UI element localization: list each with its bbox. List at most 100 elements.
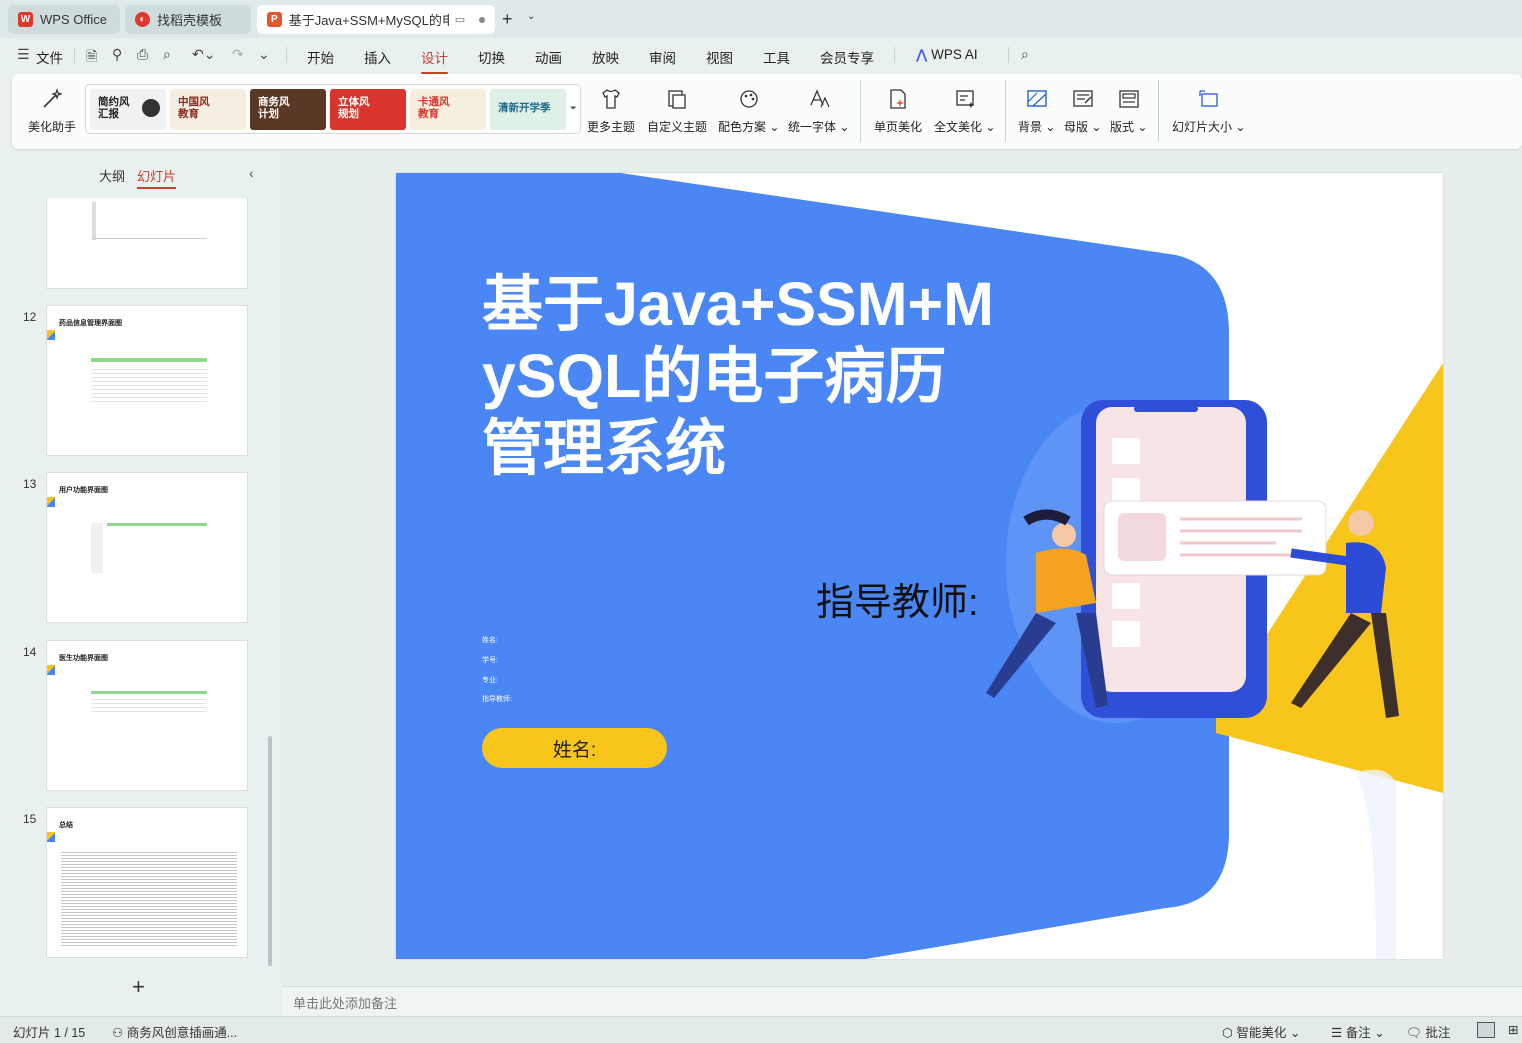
layout-button[interactable]: 版式 ⌄ (1110, 86, 1147, 135)
collapse-panel-icon[interactable]: ‹ (249, 165, 254, 181)
menu-insert[interactable]: 插入 (364, 47, 391, 67)
unify-font-button[interactable]: 统一字体 ⌄ (788, 86, 849, 135)
info-major[interactable]: 专业: (482, 675, 498, 685)
thumb-corner (47, 497, 55, 507)
menu-file[interactable]: 文件 (36, 47, 63, 67)
theme-chinese-education[interactable]: 中国风 教育 (170, 89, 246, 130)
slide-title[interactable]: 基于Java+SSM+MySQL的电子病历管理系统 (482, 268, 1002, 484)
more-themes-button[interactable]: 更多主题 (587, 86, 635, 135)
theme-simple-report[interactable]: 简约风 汇报 (90, 89, 166, 130)
button-label: 自定义主题 (647, 120, 708, 134)
menu-review[interactable]: 审阅 (649, 47, 676, 67)
info-name[interactable]: 姓名: (482, 635, 498, 645)
full-beautify-button[interactable]: 全文美化 ⌄ (934, 86, 995, 135)
hamburger-menu-icon[interactable]: ☰ (17, 46, 30, 63)
tab-slides[interactable]: 幻灯片 (137, 166, 177, 189)
advisor-text[interactable]: 指导教师: (816, 571, 979, 626)
master-button[interactable]: 母版 ⌄ (1064, 86, 1101, 135)
theme-status[interactable]: ⚇ 商务风创意插画通... (112, 1022, 237, 1041)
wps-ai-button[interactable]: ⋀ WPS AI (916, 47, 978, 63)
smart-beautify-button[interactable]: ⬡ 智能美化 ⌄ (1222, 1022, 1300, 1041)
comments-button[interactable]: 🗨 批注 (1406, 1022, 1450, 1041)
slide-thumbnail[interactable]: 医生功能界面图 (46, 640, 248, 791)
gallery-expand-icon[interactable]: ⏷ (570, 103, 577, 114)
slide-size-button[interactable]: 幻灯片大小 ⌄ (1172, 86, 1245, 135)
tab-template[interactable]: ◐ 找稻壳模板 (125, 5, 251, 34)
wps-ai-label: WPS AI (931, 47, 978, 62)
thumb-content (91, 523, 103, 573)
theme-fresh-school[interactable]: 清新开学季 (490, 89, 566, 130)
name-pill[interactable]: 姓名: (482, 728, 667, 768)
monitor-icon: ▭ (454, 14, 466, 26)
normal-view-icon[interactable] (1477, 1022, 1495, 1038)
new-tab-icon[interactable]: + (502, 9, 513, 30)
thumb-content (107, 523, 207, 526)
phone-item (1112, 583, 1140, 609)
menu-tools[interactable]: 工具 (763, 47, 790, 67)
slide-number: 14 (23, 645, 37, 659)
slide-number: 15 (23, 812, 37, 826)
thumb-corner (47, 330, 55, 340)
menu-view[interactable]: 视图 (706, 47, 733, 67)
tab-document[interactable]: P 基于Java+SSM+MySQL的电 ▭ (257, 5, 495, 34)
layout-icon (1116, 86, 1142, 112)
menu-home[interactable]: 开始 (307, 47, 334, 67)
beautify-assistant-button[interactable]: 美化助手 (28, 86, 76, 135)
theme-business-plan[interactable]: 商务风 计划 (250, 89, 326, 130)
beautify-icon: ⬡ (1222, 1026, 1233, 1040)
theme-3d-planning[interactable]: 立体风 规划 (330, 89, 406, 130)
thumb-corner (47, 832, 55, 842)
name-pill-label: 姓名: (552, 739, 597, 761)
unsaved-dot-icon[interactable] (479, 16, 485, 23)
wps-logo-icon: W (18, 12, 33, 27)
divider (74, 47, 75, 63)
slide-number: 13 (23, 477, 37, 491)
add-slide-icon[interactable]: + (132, 974, 145, 1000)
menu-member[interactable]: 会员专享 (820, 47, 874, 67)
phone-speaker (1134, 406, 1198, 412)
slide-thumbnail[interactable]: 总结 (46, 807, 248, 958)
menu-animation[interactable]: 动画 (535, 47, 562, 67)
undo-icon[interactable]: ↶⌄ (192, 46, 215, 63)
menu-design[interactable]: 设计 (421, 47, 448, 74)
info-advisor[interactable]: 指导教师: (482, 694, 512, 704)
background-button[interactable]: 背景 ⌄ (1018, 86, 1055, 135)
thumb-title: 药品信息管理界面图 (59, 320, 122, 327)
menu-bar: ☰ 文件 🗎 ⚲ ⎙ ⌕ ↶⌄ ↷ ⌄ 开始 插入 设计 切换 动画 放映 审阅… (0, 38, 1522, 74)
button-label: 幻灯片大小 ⌄ (1172, 120, 1246, 134)
print-preview-icon[interactable]: ⌕ (163, 46, 171, 63)
link-icon[interactable]: ⚲ (112, 46, 122, 63)
button-label: 背景 ⌄ (1018, 120, 1056, 134)
button-label: 全文美化 ⌄ (934, 120, 996, 134)
color-scheme-button[interactable]: 配色方案 ⌄ (718, 86, 779, 135)
notes-button[interactable]: ☰ 备注 ⌄ (1331, 1022, 1385, 1041)
grid-view-icon[interactable]: ⊞ (1508, 1022, 1518, 1037)
redo-icon[interactable]: ↷ (232, 46, 244, 63)
tab-wps-office[interactable]: W WPS Office (8, 5, 120, 34)
comments-label: 批注 (1425, 1026, 1451, 1040)
search-icon[interactable]: ⌕ (1021, 46, 1029, 63)
slide-canvas[interactable]: 基于Java+SSM+MySQL的电子病历管理系统 指导教师: 姓名: 学号: … (396, 173, 1443, 959)
custom-theme-button[interactable]: 自定义主题 (647, 86, 707, 135)
menu-slideshow[interactable]: 放映 (592, 47, 619, 67)
theme-icon: ⚇ (112, 1026, 124, 1040)
button-label: 母版 ⌄ (1064, 120, 1102, 134)
save-icon[interactable]: 🗎 (86, 46, 97, 70)
slide-thumbnail[interactable]: 用户功能界面图 (46, 472, 248, 623)
notes-area[interactable]: 单击此处添加备注 (282, 986, 1522, 1016)
more-dropdown-icon[interactable]: ⌄ (258, 46, 270, 63)
slide-thumbnail[interactable] (46, 198, 248, 289)
menu-transition[interactable]: 切换 (478, 47, 505, 67)
print-icon[interactable]: ⎙ (137, 46, 148, 63)
card-avatar (1118, 513, 1166, 561)
slide-thumbnail[interactable]: 药品信息管理界面图 (46, 305, 248, 456)
chevron-down-icon[interactable]: ⌄ (527, 11, 535, 22)
tab-outline[interactable]: 大纲 (99, 166, 125, 185)
panel-scrollbar[interactable] (268, 736, 272, 966)
info-student-id[interactable]: 学号: (482, 655, 498, 665)
page-beautify-button[interactable]: 单页美化 (874, 86, 922, 135)
title-bar: W WPS Office ◐ 找稻壳模板 P 基于Java+SSM+MySQL的… (0, 0, 1522, 38)
docer-logo-icon: ◐ (135, 12, 150, 27)
theme-label: 中国风 教育 (178, 96, 210, 120)
theme-cartoon-education[interactable]: 卡通风 教育 (410, 89, 486, 130)
